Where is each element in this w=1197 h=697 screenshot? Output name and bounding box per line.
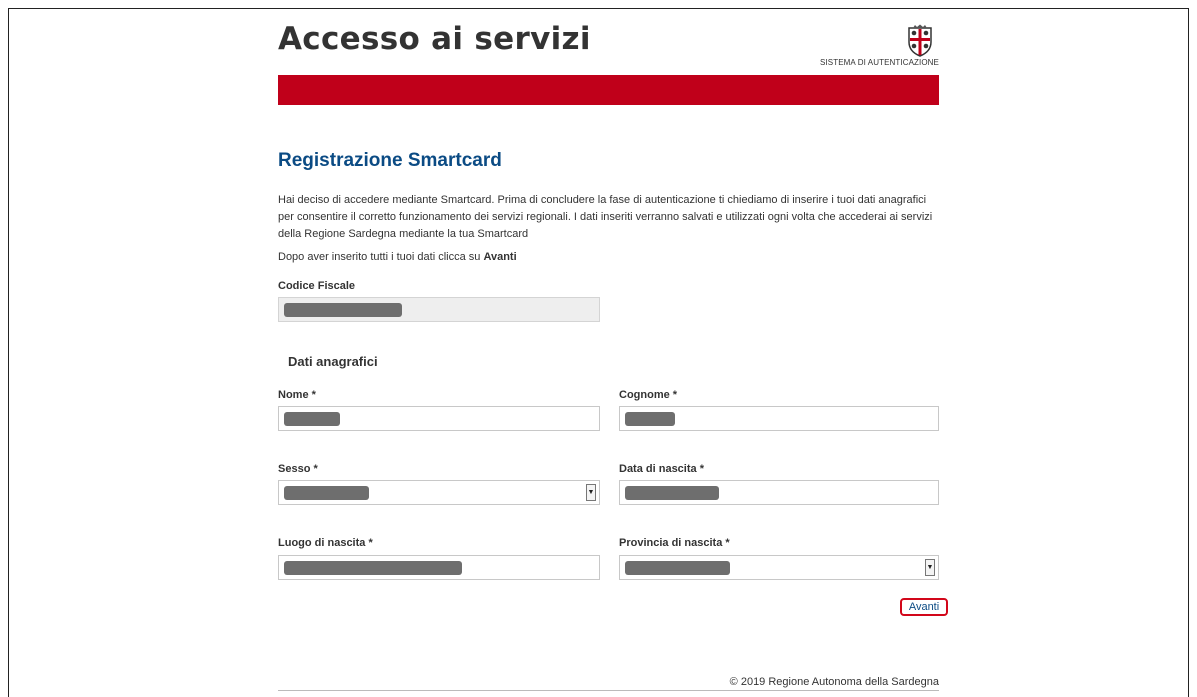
nome-label: Nome * bbox=[278, 389, 316, 401]
footer-divider bbox=[278, 690, 939, 691]
nome-field[interactable] bbox=[278, 406, 600, 431]
sesso-label: Sesso * bbox=[278, 463, 318, 475]
data-nascita-field[interactable] bbox=[619, 480, 939, 505]
luogo-nascita-field[interactable] bbox=[278, 555, 600, 580]
site-title: Accesso ai servizi bbox=[278, 21, 591, 57]
redacted-value bbox=[625, 486, 719, 500]
redacted-value bbox=[625, 412, 675, 426]
cognome-field[interactable] bbox=[619, 406, 939, 431]
section-title-dati-anagrafici: Dati anagrafici bbox=[288, 354, 378, 369]
redacted-value bbox=[284, 486, 369, 500]
instruction-bold: Avanti bbox=[483, 251, 517, 263]
codice-fiscale-field bbox=[278, 297, 600, 322]
codice-fiscale-label: Codice Fiscale bbox=[278, 280, 356, 292]
page-container: Accesso ai servizi SISTEMA DI AUTENTICAZ… bbox=[278, 0, 948, 691]
cognome-label: Cognome * bbox=[619, 389, 678, 401]
redacted-value bbox=[284, 561, 462, 575]
auth-system-caption: SISTEMA DI AUTENTICAZIONE bbox=[820, 58, 939, 67]
redacted-value bbox=[284, 412, 340, 426]
page-title: Registrazione Smartcard bbox=[278, 150, 502, 171]
luogo-nascita-label: Luogo di nascita * bbox=[278, 537, 373, 549]
instruction-prefix: Dopo aver inserito tutti i tuoi dati cli… bbox=[278, 251, 484, 263]
provincia-nascita-select[interactable]: ▼ bbox=[619, 555, 939, 580]
chevron-down-icon[interactable]: ▼ bbox=[925, 559, 935, 576]
page-frame bbox=[8, 8, 1189, 697]
coat-of-arms-icon bbox=[908, 24, 932, 57]
intro-paragraph: Hai deciso di accedere mediante Smartcar… bbox=[278, 194, 933, 240]
instruction-text: Dopo aver inserito tutti i tuoi dati cli… bbox=[278, 251, 517, 263]
data-nascita-label: Data di nascita * bbox=[619, 463, 704, 475]
site-header: Accesso ai servizi SISTEMA DI AUTENTICAZ… bbox=[278, 0, 939, 75]
chevron-down-icon[interactable]: ▼ bbox=[586, 484, 596, 501]
footer-copyright: © 2019 Regione Autonoma della Sardegna bbox=[729, 676, 939, 688]
provincia-nascita-label: Provincia di nascita * bbox=[619, 537, 730, 549]
redacted-value bbox=[625, 561, 730, 575]
sesso-select[interactable]: ▼ bbox=[278, 480, 600, 505]
redacted-value bbox=[284, 303, 402, 317]
header-red-bar bbox=[278, 75, 939, 105]
avanti-button[interactable]: Avanti bbox=[900, 598, 948, 616]
